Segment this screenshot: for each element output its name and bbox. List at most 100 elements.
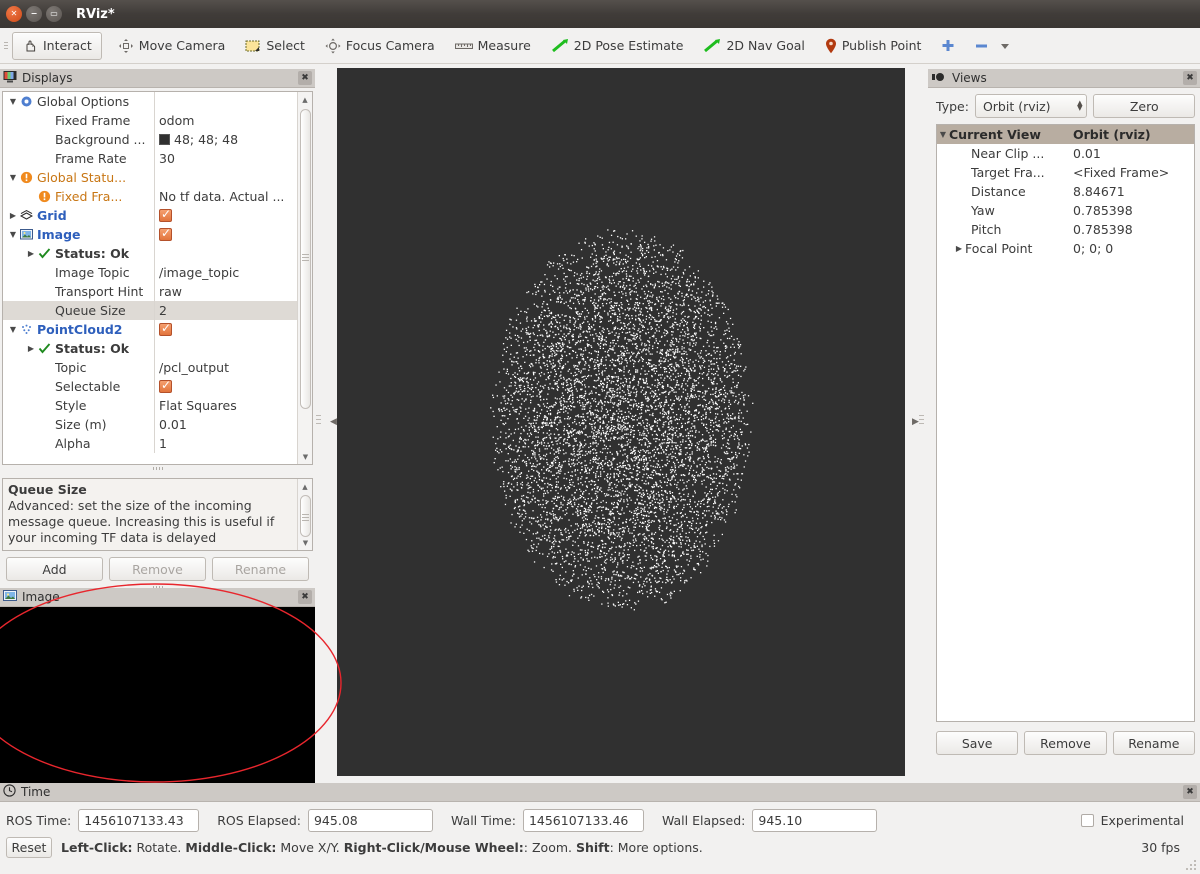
ros-elapsed-input[interactable]: 945.08 — [307, 809, 433, 832]
add-display-button[interactable]: Add — [6, 557, 103, 581]
view-row-value[interactable]: 0; 0; 0 — [1069, 241, 1194, 256]
tool-2d-pose-estimate[interactable]: 2D Pose Estimate — [541, 32, 694, 60]
scroll-up-arrow[interactable]: ▲ — [298, 92, 312, 107]
reset-button[interactable]: Reset — [6, 837, 52, 858]
displays-tree-row[interactable]: ▶ Status: Ok — [3, 339, 312, 358]
add-tool-button[interactable] — [931, 32, 965, 60]
displays-tree-row[interactable]: Queue Size 2 — [3, 301, 312, 320]
image-display-area[interactable] — [0, 607, 315, 783]
close-icon[interactable]: ✖ — [298, 590, 312, 604]
enabled-checkbox[interactable] — [159, 323, 172, 336]
view-row-value[interactable]: 0.01 — [1069, 146, 1194, 161]
views-tree-row[interactable]: Distance 8.84671 — [937, 182, 1194, 201]
enabled-checkbox[interactable] — [159, 228, 172, 241]
experimental-checkbox[interactable] — [1080, 814, 1094, 827]
displays-tree-row[interactable]: Fixed Fra... No tf data. Actual ... — [3, 187, 312, 206]
expand-collapse-arrow[interactable]: ▼ — [7, 97, 19, 106]
tool-select[interactable]: Select — [235, 32, 315, 60]
desc-scroll-down-arrow[interactable]: ▼ — [298, 535, 312, 550]
tool-publish-point[interactable]: Publish Point — [815, 32, 932, 60]
resize-grip[interactable] — [1186, 860, 1198, 872]
maximize-window-button[interactable]: ▭ — [46, 6, 62, 22]
left-splitter-grip[interactable] — [316, 412, 321, 427]
display-row-value-cell[interactable]: /pcl_output — [155, 360, 312, 375]
views-tree[interactable]: ▼ Current View Orbit (rviz) Near Clip ..… — [936, 124, 1195, 722]
remove-display-button[interactable]: Remove — [109, 557, 206, 581]
displays-tree-row[interactable]: ▼ Global Options — [3, 92, 312, 111]
expand-collapse-arrow[interactable]: ▶ — [953, 244, 965, 253]
views-tree-row[interactable]: Pitch 0.785398 — [937, 220, 1194, 239]
view-row-value[interactable]: 8.84671 — [1069, 184, 1194, 199]
displays-tree-row[interactable]: Fixed Frame odom — [3, 111, 312, 130]
expand-collapse-arrow[interactable]: ▼ — [7, 325, 19, 334]
color-swatch[interactable] — [159, 134, 170, 145]
zero-view-button[interactable]: Zero — [1093, 94, 1195, 118]
tool-interact[interactable]: Interact — [12, 31, 102, 60]
expand-collapse-arrow[interactable]: ▼ — [7, 230, 19, 239]
display-row-value-cell[interactable] — [155, 380, 312, 393]
rename-view-button[interactable]: Rename — [1112, 731, 1195, 755]
enabled-checkbox[interactable] — [159, 380, 172, 393]
display-row-value-cell[interactable]: 30 — [155, 151, 312, 166]
displays-tree-row[interactable]: Style Flat Squares — [3, 396, 312, 415]
rename-display-button[interactable]: Rename — [212, 557, 309, 581]
displays-tree-row[interactable]: ▶ Grid — [3, 206, 312, 225]
display-row-value-cell[interactable]: raw — [155, 284, 312, 299]
description-scrollbar[interactable]: ▲ ▼ — [297, 479, 312, 550]
collapse-left-panel-arrow[interactable]: ◀ — [329, 411, 338, 433]
remove-tool-button[interactable] — [965, 32, 1020, 60]
3d-render-viewport[interactable] — [337, 68, 905, 776]
wall-elapsed-input[interactable]: 945.10 — [752, 809, 878, 832]
expand-collapse-arrow[interactable]: ▶ — [25, 344, 37, 353]
tool-focus-camera[interactable]: Focus Camera — [315, 32, 445, 60]
displays-tree-row[interactable]: Frame Rate 30 — [3, 149, 312, 168]
views-tree-row[interactable]: Yaw 0.785398 — [937, 201, 1194, 220]
display-row-value-cell[interactable] — [155, 209, 312, 222]
view-row-value[interactable]: 0.785398 — [1069, 222, 1194, 237]
displays-tree-row[interactable]: ▶ Status: Ok — [3, 244, 312, 263]
close-window-button[interactable]: ✕ — [6, 6, 22, 22]
display-row-value-cell[interactable]: No tf data. Actual ... — [155, 189, 312, 204]
close-icon[interactable]: ✖ — [1183, 71, 1197, 85]
displays-tree-row[interactable]: ▼ PointCloud2 — [3, 320, 312, 339]
display-row-value-cell[interactable]: 48; 48; 48 — [155, 132, 312, 147]
ros-time-input[interactable]: 1456107133.43 — [78, 809, 200, 832]
displays-tree-row[interactable]: ▼ Image — [3, 225, 312, 244]
tool-2d-nav-goal[interactable]: 2D Nav Goal — [693, 32, 814, 60]
display-row-value-cell[interactable]: Flat Squares — [155, 398, 312, 413]
displays-tree-row[interactable]: Transport Hint raw — [3, 282, 312, 301]
displays-tree-row[interactable]: Background ... 48; 48; 48 — [3, 130, 312, 149]
display-row-value-cell[interactable]: /image_topic — [155, 265, 312, 280]
display-row-value-cell[interactable]: 0.01 — [155, 417, 312, 432]
spinner-arrows-icon[interactable]: ▲ ▼ — [1077, 100, 1082, 112]
displays-tree[interactable]: ▼ Global Options Fixed Frame odom Background… — [2, 91, 313, 465]
close-icon[interactable]: ✖ — [298, 71, 312, 85]
displays-splitter[interactable] — [0, 465, 315, 472]
expand-collapse-arrow[interactable]: ▶ — [25, 249, 37, 258]
scroll-down-arrow[interactable]: ▼ — [298, 449, 312, 464]
displays-tree-row[interactable]: ▼ Global Statu... — [3, 168, 312, 187]
enabled-checkbox[interactable] — [159, 209, 172, 222]
expand-arrow[interactable]: ▼ — [937, 130, 949, 139]
displays-tree-row[interactable]: Alpha 1 — [3, 434, 312, 453]
displays-tree-row[interactable]: Image Topic/image_topic — [3, 263, 312, 282]
display-row-value-cell[interactable]: 1 — [155, 436, 312, 451]
views-tree-row[interactable]: Target Fra... <Fixed Frame> — [937, 163, 1194, 182]
tool-move-camera[interactable]: Move Camera — [108, 32, 236, 60]
minimize-window-button[interactable]: − — [26, 6, 42, 22]
display-row-value-cell[interactable]: 2 — [155, 303, 312, 318]
view-row-value[interactable]: <Fixed Frame> — [1069, 165, 1194, 180]
desc-scroll-up-arrow[interactable]: ▲ — [298, 479, 312, 494]
toolbar-drag-handle[interactable] — [0, 28, 12, 64]
display-row-value-cell[interactable]: odom — [155, 113, 312, 128]
displays-tree-row[interactable]: Selectable — [3, 377, 312, 396]
display-row-value-cell[interactable] — [155, 323, 312, 336]
experimental-toggle[interactable]: Experimental — [1080, 813, 1184, 828]
expand-collapse-arrow[interactable]: ▼ — [7, 173, 19, 182]
wall-time-input[interactable]: 1456107133.46 — [522, 809, 644, 832]
tool-measure[interactable]: Measure — [445, 32, 541, 60]
save-view-button[interactable]: Save — [936, 731, 1019, 755]
views-tree-row[interactable]: Near Clip ... 0.01 — [937, 144, 1194, 163]
displays-tree-row[interactable]: Topic/pcl_output — [3, 358, 312, 377]
right-splitter-grip[interactable] — [919, 412, 924, 427]
